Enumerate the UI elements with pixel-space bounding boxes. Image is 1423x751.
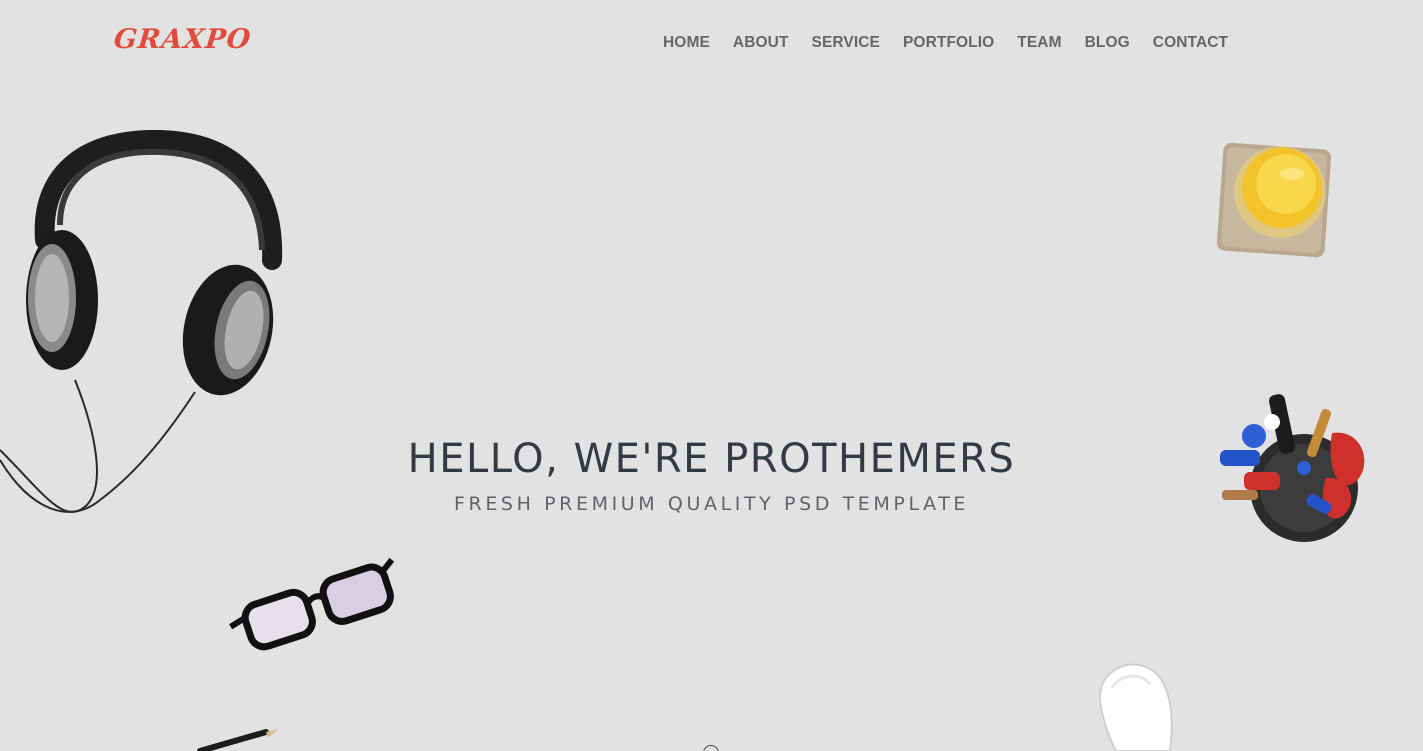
- scroll-down-icon[interactable]: [703, 745, 719, 751]
- mouse-image: [1098, 663, 1173, 751]
- nav-service[interactable]: SERVICE: [812, 34, 880, 52]
- glasses-image: [229, 557, 395, 651]
- nav-contact[interactable]: CONTACT: [1153, 34, 1228, 52]
- nav-about[interactable]: ABOUT: [733, 34, 789, 52]
- pencil-image: [197, 729, 278, 751]
- site-logo[interactable]: GRAXPO: [112, 24, 252, 55]
- hero-title: HELLO, WE'RE PROTHEMERS: [407, 436, 1016, 482]
- juice-glass-image: [1216, 142, 1332, 258]
- nav-home[interactable]: HOME: [663, 34, 710, 52]
- hero-subtitle: FRESH PREMIUM QUALITY PSD TEMPLATE: [453, 493, 970, 515]
- landing-page: GRAXPO HOME ABOUT SERVICE PORTFOLIO TEAM…: [0, 0, 1423, 751]
- nav-blog[interactable]: BLOG: [1085, 34, 1130, 52]
- main-nav: HOME ABOUT SERVICE PORTFOLIO TEAM BLOG C…: [663, 34, 1228, 52]
- nav-portfolio[interactable]: PORTFOLIO: [903, 34, 994, 52]
- nav-team[interactable]: TEAM: [1017, 34, 1061, 52]
